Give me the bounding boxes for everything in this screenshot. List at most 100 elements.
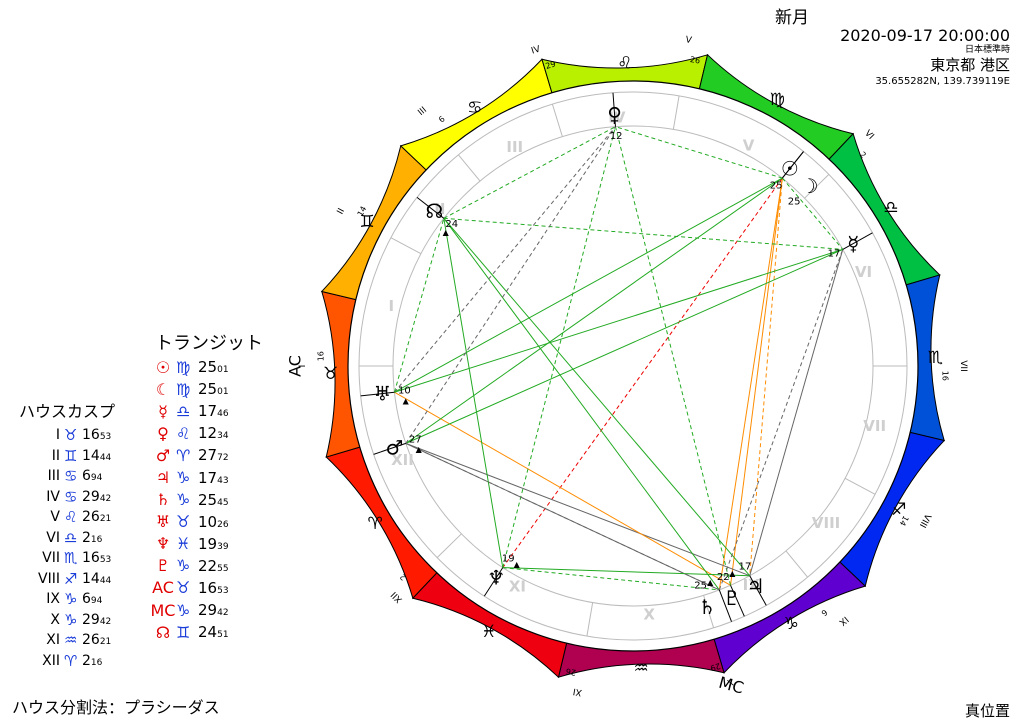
planet-degree-label: 10 [398,386,411,397]
transit-row: ☊ ♊ 2451 [150,621,229,643]
cusp-degree-label: 26 [565,666,577,677]
transit-sign-glyph: ♊ [176,622,191,642]
house-number-label: VII [958,360,968,371]
transit-planet-glyph: ☾ [155,379,171,399]
transit-sign-glyph: ♉ [176,512,191,532]
sign-glyph: ♌ [617,54,632,74]
house-number-label: V [685,35,694,46]
sign-glyph: ♑ [784,614,799,634]
sign-glyph: ♉ [323,364,338,384]
cusp-row: XI ♒ 2621 [18,630,111,651]
cusp-row: VIII ♐ 1444 [18,569,111,590]
cusp-degree: 216 [82,652,103,669]
transit-row: ♂ ♈ 2772 [150,444,229,466]
house-number-label: XII [390,589,405,604]
house-number-label: IV [530,44,542,56]
chart-timezone: 日本標準時 [964,45,1010,55]
cusp-degree: 1444 [82,447,112,464]
transit-row: ♅ ♉ 1026 [150,511,229,533]
cusp-house-label: VII [42,550,60,567]
planet-degree-label: 17 [738,561,751,572]
cusp-sign-glyph: ♑ [64,610,78,629]
planet-glyph: ☽ [801,174,819,198]
planet-glyph: ☿ [847,232,859,256]
cusp-house-label: XI [46,632,60,649]
transit-planet-glyph: ♂ [155,445,171,465]
transit-row: ♀ ♌ 1234 [150,422,228,444]
transit-sign-glyph: ♑ [176,468,191,488]
transit-sign-glyph: ♉ [176,578,191,598]
cusp-degree-label: 6 [437,114,447,124]
cusp-house-label: III [47,468,60,485]
position-mode-label: 真位置 [964,702,1010,720]
cusp-house-label: X [50,611,60,628]
house-sector-label: XI [509,578,526,596]
cusp-row: XII ♈ 216 [18,651,111,672]
transit-row: ♃ ♑ 1743 [150,466,229,488]
cusp-sign-glyph: ♌ [64,508,78,527]
house-number-label: VI [862,129,875,142]
transit-degree: 1026 [198,512,229,531]
planet-degree-label: 25 [694,580,707,591]
cusp-degree-label: 6 [819,607,829,617]
cusp-row: VI ♎ 216 [18,528,111,549]
house-number-label: VIII [917,512,932,529]
sign-glyph: ♒ [633,658,648,678]
cusp-row: I ♉ 1653 [18,425,111,446]
transit-row: ☉ ♍ 2501 [150,356,229,378]
cusp-row: II ♊ 1444 [18,446,112,467]
cusp-house-label: I [55,427,60,444]
planet-degree-label: 12 [610,131,623,142]
planet-glyph: ♃ [747,574,765,598]
sign-glyph: ♈ [368,514,383,534]
cusp-house-label: IV [46,488,60,505]
sign-glyph: ♓ [481,622,496,642]
transit-degree: 1746 [198,402,229,421]
transit-planet-glyph: ☿ [158,401,168,421]
cusp-degree-label: 16 [317,351,326,361]
cusp-degree: 2942 [82,488,112,505]
cusp-degree: 1653 [82,550,112,567]
cusp-row: V ♌ 2621 [18,507,111,528]
transit-planet-glyph: MC [150,600,176,620]
transit-planet-glyph: ☉ [155,357,171,377]
transit-sign-glyph: ♑ [176,556,191,576]
cusp-sign-glyph: ♏ [64,549,78,568]
house-sector-label: X [643,605,655,623]
cusp-sign-glyph: ♋ [64,467,78,486]
house-sector-label: III [506,138,523,156]
retrograde-marker: ▲ [416,445,423,454]
transit-sign-glyph: ♍ [176,357,191,377]
transit-degree: 2501 [198,358,229,377]
transit-degree: 2255 [198,556,229,575]
cusp-sign-glyph: ♐ [64,569,78,588]
cusp-row: IV ♋ 2942 [18,487,111,508]
house-sector-label: V [743,136,755,154]
cusp-house-label: VI [46,529,60,546]
cusp-degree: 694 [82,468,103,485]
transit-row: ♆ ♓ 1939 [150,533,229,555]
cusp-sign-glyph: ♒ [64,631,78,650]
planet-degree-label: 25 [770,180,783,191]
chart-datetime: 2020-09-17 20:00:00 [840,26,1010,45]
planet-degree-label: 27 [409,435,422,446]
planet-degree-label: 22 [717,572,730,583]
cusp-row: X ♑ 2942 [18,610,111,631]
cusp-degree: 694 [82,591,103,608]
transit-planet-glyph: ♄ [155,490,171,510]
house-system-label: ハウス分割法：プラシーダス [12,698,220,717]
cusp-sign-glyph: ♎ [64,528,78,547]
cusp-degree-label: 26 [689,55,701,66]
transit-sign-glyph: ♈ [176,445,191,465]
chart-coordinates: 35.655282N, 139.739119E [875,76,1010,87]
transit-degree: 2501 [198,380,229,399]
retrograde-marker: ▲ [514,560,521,569]
zodiac-inner-circle [347,80,919,652]
transit-row: ♇ ♑ 2255 [150,555,229,577]
planet-degree-label: 19 [502,554,515,565]
transit-sign-glyph: ♌ [176,423,191,443]
transit-sign-glyph: ♑ [176,490,191,510]
cusp-house-label: V [50,509,60,526]
transit-planet-glyph: ♃ [155,468,171,488]
cusp-degree: 2942 [82,611,112,628]
